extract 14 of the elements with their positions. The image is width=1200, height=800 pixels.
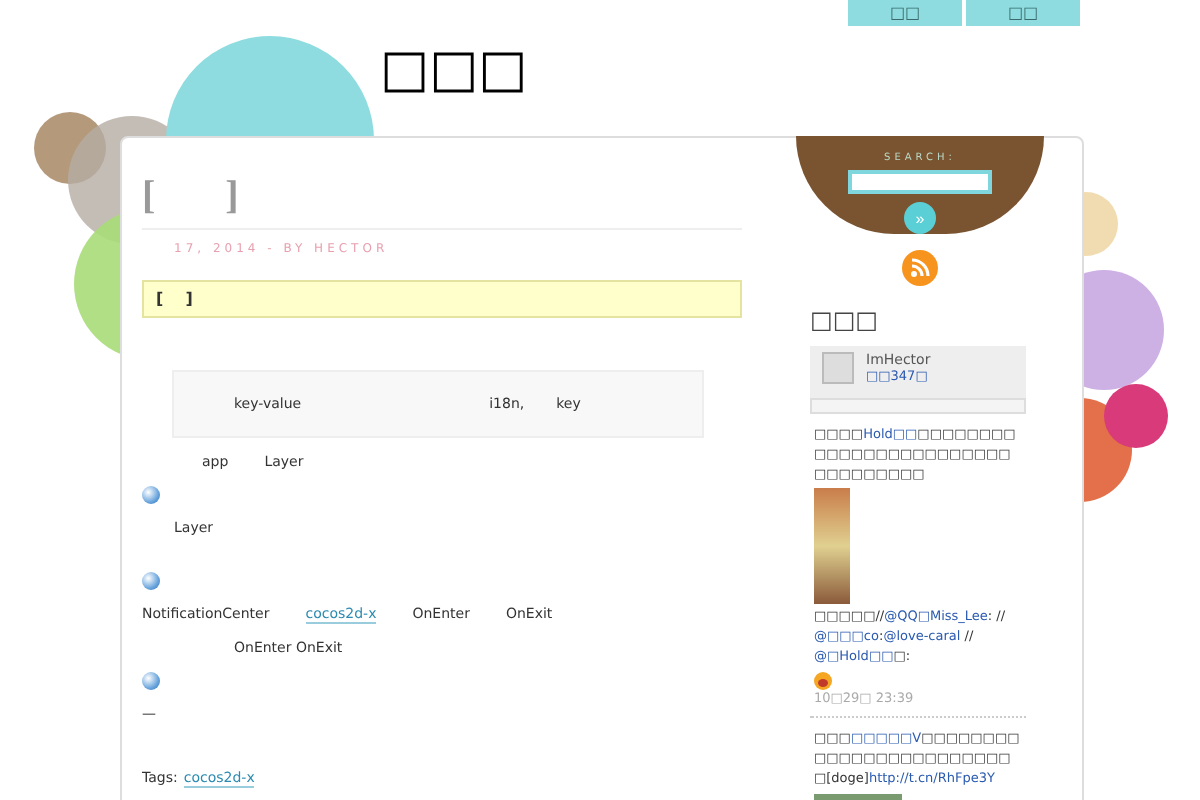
avatar: [822, 352, 854, 384]
notice-box: [ ]: [142, 280, 742, 318]
nav-tab[interactable]: □□: [966, 0, 1080, 26]
search-field[interactable]: [848, 170, 992, 194]
post-title: [ ]: [142, 174, 742, 230]
photo-placeholder[interactable]: [814, 488, 850, 605]
decorative-circle: [1104, 384, 1168, 448]
globe-icon: [142, 672, 160, 690]
sidebar-heading: □□□: [810, 306, 879, 334]
globe-icon: [142, 486, 160, 504]
nav-tab[interactable]: □□: [848, 0, 962, 26]
site-title: □□□: [380, 40, 528, 100]
rss-icon[interactable]: [902, 250, 938, 286]
globe-icon: [142, 572, 160, 590]
